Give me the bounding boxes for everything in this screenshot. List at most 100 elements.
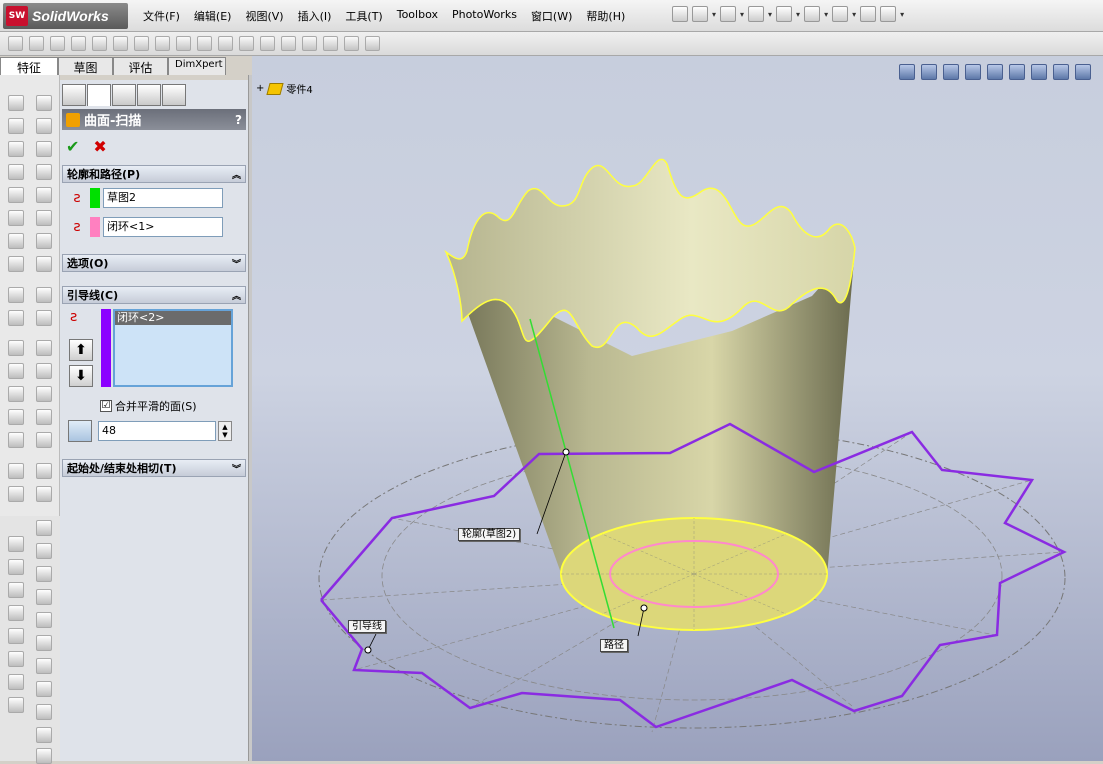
- deform-icon[interactable]: [8, 486, 24, 502]
- cut-with-surface-icon[interactable]: [8, 310, 24, 326]
- view-back-icon[interactable]: [36, 566, 52, 582]
- spin-up-icon[interactable]: ▲: [222, 423, 227, 431]
- collapse-icon[interactable]: ︽: [232, 289, 241, 302]
- property-manager-tab-icon[interactable]: [87, 84, 111, 106]
- solidworks-logo[interactable]: SW SolidWorks: [3, 3, 128, 29]
- feature-manager-tab-icon[interactable]: [62, 84, 86, 106]
- plane-icon[interactable]: [8, 409, 24, 425]
- dome-feature-icon[interactable]: [36, 463, 52, 479]
- normal-to-icon[interactable]: [36, 748, 52, 764]
- spinner[interactable]: ▲ ▼: [218, 421, 232, 441]
- scale-icon[interactable]: [8, 463, 24, 479]
- options-icon[interactable]: [880, 6, 897, 22]
- radiate-surface-icon[interactable]: [8, 233, 24, 249]
- pin-icon[interactable]: [672, 6, 688, 22]
- edit-appearance-icon[interactable]: [1053, 64, 1069, 80]
- guide-callout[interactable]: 引导线: [348, 620, 386, 633]
- display-style-icon[interactable]: [1009, 64, 1025, 80]
- expand-plus-icon[interactable]: +: [256, 83, 264, 94]
- group-guide-curves[interactable]: 引导线(C) ︽: [62, 286, 246, 304]
- collapse-icon[interactable]: ︽: [232, 168, 241, 181]
- view-trimetric-icon[interactable]: [36, 704, 52, 720]
- glasses-icon[interactable]: [68, 420, 92, 442]
- menu-photoworks[interactable]: PhotoWorks: [445, 6, 524, 26]
- print-icon[interactable]: [776, 6, 793, 22]
- view-right-icon[interactable]: [36, 612, 52, 628]
- surface-icon[interactable]: [239, 36, 254, 51]
- tab-features[interactable]: 特征: [0, 57, 58, 75]
- group-tangency[interactable]: 起始处/结束处相切(T) ︾: [62, 459, 246, 477]
- surface-loft-icon[interactable]: [8, 164, 24, 180]
- draft-icon[interactable]: [176, 36, 191, 51]
- tolerance-icon[interactable]: [8, 697, 24, 713]
- delete-face-icon[interactable]: [8, 256, 24, 272]
- revolve-icon[interactable]: [29, 36, 44, 51]
- tab-dimxpert[interactable]: DimXpert: [168, 57, 226, 75]
- chevron-down-icon[interactable]: ▾: [824, 10, 828, 19]
- undo-icon[interactable]: [804, 6, 821, 22]
- chevron-down-icon[interactable]: ▾: [900, 10, 904, 19]
- shell-icon[interactable]: [92, 36, 107, 51]
- fillet-icon[interactable]: [113, 36, 128, 51]
- fill-surface-icon[interactable]: [8, 210, 24, 226]
- surface-offset-icon[interactable]: [36, 95, 52, 111]
- graphics-area[interactable]: + 零件4 轮廓(草图2) 引导线 路径: [252, 56, 1103, 761]
- guide-curves-list[interactable]: 闭环<2>: [113, 309, 233, 387]
- menu-insert[interactable]: 插入(I): [291, 6, 339, 26]
- profile-callout[interactable]: 轮廓(草图2): [458, 528, 521, 541]
- hole-icon[interactable]: [302, 36, 317, 51]
- menu-file[interactable]: 文件(F): [136, 6, 187, 26]
- apply-scene-icon[interactable]: [1075, 64, 1091, 80]
- path-field[interactable]: 闭环<1>: [103, 217, 223, 237]
- view-left-icon[interactable]: [36, 589, 52, 605]
- flex-icon[interactable]: [36, 486, 52, 502]
- sweep-icon[interactable]: [50, 36, 65, 51]
- planar-surface-icon[interactable]: [36, 187, 52, 203]
- menu-help[interactable]: 帮助(H): [579, 6, 632, 26]
- cylinder-icon[interactable]: [260, 36, 275, 51]
- point-icon[interactable]: [8, 432, 24, 448]
- untrim-icon[interactable]: [8, 287, 24, 303]
- chevron-down-icon[interactable]: ▾: [768, 10, 772, 19]
- expand-icon[interactable]: ︾: [232, 257, 241, 270]
- composite-curve-icon[interactable]: [36, 386, 52, 402]
- configuration-manager-tab-icon[interactable]: [112, 84, 136, 106]
- curves-icon[interactable]: [344, 36, 359, 51]
- view-isometric-icon[interactable]: [36, 681, 52, 697]
- chevron-down-icon[interactable]: ▾: [852, 10, 856, 19]
- tab-evaluate[interactable]: 评估: [113, 57, 168, 75]
- dimxpert-manager-tab-icon[interactable]: [137, 84, 161, 106]
- ruled-surface-icon[interactable]: [36, 210, 52, 226]
- surface-extend-icon[interactable]: [36, 164, 52, 180]
- coordinate-system-icon[interactable]: [36, 432, 52, 448]
- mid-surface-icon[interactable]: [36, 233, 52, 249]
- fillet-surface-icon[interactable]: [36, 310, 52, 326]
- menu-toolbox[interactable]: Toolbox: [390, 6, 445, 26]
- previous-view-icon[interactable]: [943, 64, 959, 80]
- menu-window[interactable]: 窗口(W): [524, 6, 579, 26]
- curve-icon[interactable]: [8, 363, 24, 379]
- note-icon[interactable]: [8, 559, 24, 575]
- expand-icon[interactable]: ︾: [232, 462, 241, 475]
- menu-tools[interactable]: 工具(T): [338, 6, 389, 26]
- surface-sweep-icon[interactable]: [8, 141, 24, 157]
- move-down-button[interactable]: ⬇: [69, 365, 93, 387]
- replace-face-icon[interactable]: [36, 256, 52, 272]
- help-button[interactable]: ?: [235, 113, 242, 127]
- weld-symbol-icon[interactable]: [8, 651, 24, 667]
- dome-icon[interactable]: [281, 36, 296, 51]
- tab-sketch[interactable]: 草图: [58, 57, 113, 75]
- profile-field[interactable]: 草图2: [103, 188, 223, 208]
- view-dimetric-icon[interactable]: [36, 727, 52, 743]
- annotation-icon[interactable]: [8, 536, 24, 552]
- chevron-down-icon[interactable]: ▾: [796, 10, 800, 19]
- rebuild-icon[interactable]: [860, 6, 877, 22]
- instant3d-icon[interactable]: [365, 36, 380, 51]
- surface-finish-icon[interactable]: [8, 605, 24, 621]
- hide-show-items-icon[interactable]: [1031, 64, 1047, 80]
- merge-checkbox[interactable]: ☑: [100, 400, 112, 412]
- view-front-icon[interactable]: [36, 543, 52, 559]
- chamfer-icon[interactable]: [134, 36, 149, 51]
- mirror-icon[interactable]: [218, 36, 233, 51]
- axis-icon[interactable]: [36, 409, 52, 425]
